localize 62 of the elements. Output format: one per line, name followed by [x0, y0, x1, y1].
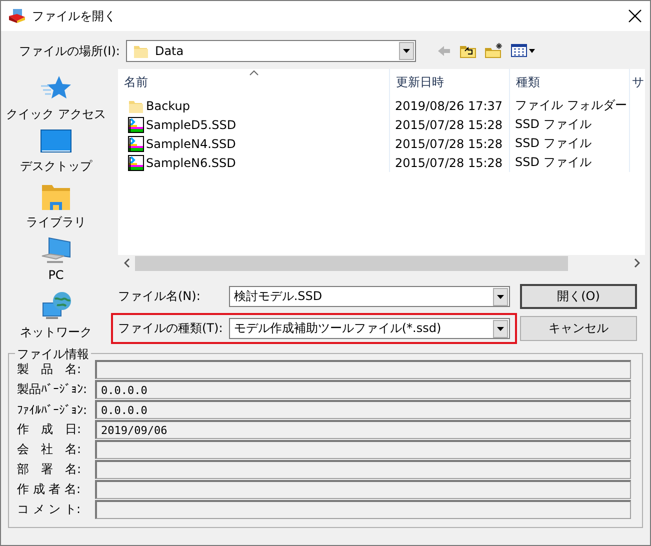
field-label: 作 成 日:	[17, 421, 82, 438]
dialog-button[interactable]: 開く(O)	[520, 284, 637, 309]
table-cell-text: ファイル フォルダー	[514, 97, 628, 114]
file-name[interactable]: Backup	[146, 98, 190, 112]
table-cell-text: 2015/07/28 15:28	[394, 154, 504, 172]
table-cell-text: 2015/07/28 15:28	[394, 136, 504, 152]
model-file-icon	[128, 116, 144, 132]
places-item[interactable]: ライブラリ	[26, 214, 86, 231]
places-item[interactable]: デスクトップ	[20, 158, 92, 175]
file-name-combo[interactable]: 検討モデル.SSD	[228, 286, 510, 307]
dropdown-arrow-icon	[402, 48, 411, 54]
table-cell-text: 2015/07/28 15:28	[394, 116, 504, 134]
app-icon	[8, 8, 26, 24]
file-name[interactable]: SampleD5.SSD	[146, 118, 236, 132]
file-name[interactable]: SampleN4.SSD	[146, 136, 236, 150]
places-item[interactable]: ネットワーク	[20, 324, 92, 341]
monitor-icon[interactable]	[40, 129, 72, 155]
model-file-icon	[128, 136, 144, 152]
network-globe-icon[interactable]	[40, 291, 72, 321]
read-only-field: 0.0.0.0	[95, 400, 631, 419]
field-label: ファイルの種類(T):	[118, 320, 224, 337]
computer-icon[interactable]	[40, 237, 72, 265]
column-header[interactable]: 更新日時	[389, 69, 509, 96]
table-cell-text: SSD ファイル	[514, 116, 592, 133]
field-label: 製品ﾊﾞｰｼﾞｮﾝ:	[17, 381, 88, 398]
read-only-field: 2019/09/06	[95, 420, 631, 439]
column-header[interactable]: 名前	[118, 69, 389, 96]
field-label: コ メ ン ト:	[17, 501, 82, 518]
model-file-icon	[128, 154, 144, 170]
window-title: ファイルを開く	[32, 8, 116, 24]
read-only-field: 0.0.0.0	[95, 380, 631, 399]
column-header[interactable]: サ	[629, 69, 645, 96]
scroll-left-icon[interactable]	[124, 258, 130, 268]
field-label: 作 成 者 名:	[17, 481, 82, 498]
table-cell-text: SSD ファイル	[514, 135, 592, 152]
group-title: ファイル情報	[15, 346, 91, 363]
field-label: 会 社 名:	[17, 441, 82, 458]
sort-ascending-icon	[248, 70, 258, 76]
view-menu-icon[interactable]	[510, 44, 535, 58]
close-icon[interactable]	[628, 9, 642, 23]
field-label: ファイル名(N):	[118, 288, 202, 305]
dialog-button[interactable]: キャンセル	[520, 316, 637, 341]
table-cell-text: 2019/08/26 17:37	[394, 98, 504, 114]
field-label: ﾌｧｲﾙﾊﾞｰｼﾞｮﾝ:	[17, 402, 88, 416]
file-type-dropdown[interactable]: モデル作成補助ツールファイル(*.ssd)	[228, 318, 510, 339]
field-label: 部 署 名:	[17, 461, 82, 478]
location-dropdown[interactable]: Data	[126, 40, 416, 62]
places-item[interactable]: クイック アクセス	[6, 106, 106, 123]
places-item[interactable]: PC	[48, 268, 64, 282]
field-label: 製 品 名:	[17, 361, 82, 378]
scroll-right-icon[interactable]	[634, 258, 640, 268]
location-label: ファイルの場所(I):	[19, 42, 120, 60]
library-folder-icon[interactable]	[41, 183, 71, 211]
table-cell-text: SSD ファイル	[514, 154, 592, 171]
file-name[interactable]: SampleN6.SSD	[146, 156, 236, 170]
dropdown-arrow-icon	[496, 294, 505, 300]
new-folder-icon[interactable]	[484, 43, 504, 59]
scroll-thumb[interactable]	[135, 256, 568, 270]
column-header[interactable]: 種類	[509, 69, 629, 96]
folder-icon	[132, 43, 149, 59]
folder-up-icon[interactable]	[458, 43, 477, 59]
dropdown-arrow-icon	[496, 326, 505, 332]
